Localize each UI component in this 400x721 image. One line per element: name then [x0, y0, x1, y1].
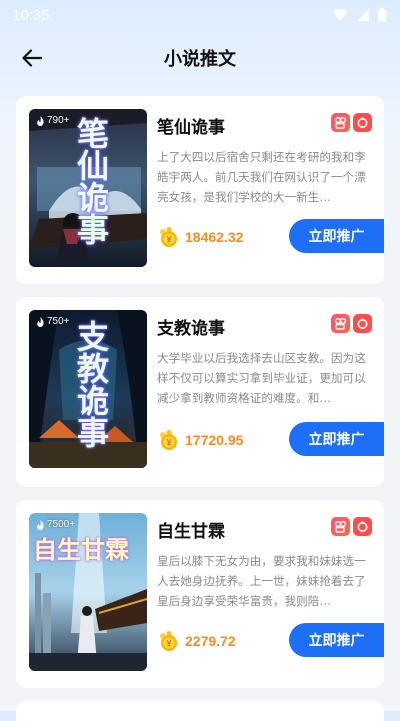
- platform-icons: [331, 517, 372, 536]
- book-title[interactable]: 支教诡事: [157, 314, 225, 339]
- coin-icon: ¥: [160, 227, 177, 247]
- promote-button[interactable]: 立即推广: [289, 623, 384, 657]
- coin-icon: ¥: [160, 631, 177, 651]
- cover-title: 笔仙诡事: [72, 117, 110, 245]
- status-time: 10:35: [12, 6, 50, 24]
- cover-views-count: 7500+: [47, 519, 76, 530]
- book-description: 大学毕业以后我选择去山区支教。因为这样不仅可以算实习拿到毕业证，更加可以减少拿到…: [157, 351, 366, 405]
- cover-title: 支教诡事: [72, 320, 110, 448]
- fire-icon: [37, 115, 44, 126]
- douyin-icon: [353, 113, 372, 132]
- book-description: 上了大四以后宿舍只剩还在考研的我和李皓宇两人。前几天我们在网认识了一个漂亮女孩，…: [157, 150, 366, 204]
- earnings: ¥ 17720.95: [157, 429, 243, 451]
- platform-icons: [331, 314, 372, 333]
- wifi-icon: [332, 8, 348, 21]
- page-title: 小说推文: [164, 49, 236, 70]
- earnings-value: 17720.95: [185, 432, 244, 448]
- book-description: 皇后以膝下无女为由，要求我和妹妹选一人去她身边抚养。上一世，妹妹抢着去了皇后身边…: [157, 554, 366, 608]
- cover-views-count: 750+: [47, 316, 70, 327]
- cover-views-count: 790+: [47, 115, 70, 126]
- kuaishou-icon: [331, 113, 350, 132]
- fire-icon: [37, 316, 44, 327]
- book-cover[interactable]: 750+ 支教诡事: [29, 310, 147, 468]
- book-cover[interactable]: 790+ 笔仙诡事: [29, 109, 147, 267]
- cover-views: 7500+: [36, 519, 75, 530]
- cover-views: 750+: [36, 316, 70, 327]
- battery-icon: [378, 8, 386, 22]
- earnings: ¥ 18462.32: [157, 226, 243, 248]
- earnings: ¥ 2279.72: [157, 630, 236, 652]
- book-card[interactable]: 790+ 笔仙诡事 笔仙诡事 上了大四以后宿舍只剩还在考研的我和李皓宇两人。前几…: [16, 96, 384, 284]
- coin-icon: ¥: [160, 430, 177, 450]
- cover-views: 790+: [36, 115, 70, 126]
- svg-text:¥: ¥: [166, 438, 171, 448]
- douyin-icon: [353, 517, 372, 536]
- promote-button[interactable]: 立即推广: [289, 422, 384, 456]
- back-button[interactable]: [16, 42, 48, 74]
- svg-text:¥: ¥: [166, 235, 171, 245]
- svg-text:¥: ¥: [166, 639, 171, 649]
- kuaishou-icon: [331, 517, 350, 536]
- kuaishou-icon: [331, 314, 350, 333]
- book-card-partial: [16, 701, 384, 721]
- earnings-value: 18462.32: [185, 229, 244, 245]
- book-cover[interactable]: 7500+ 自生甘霖: [29, 513, 147, 671]
- header: 小说推文: [0, 36, 400, 80]
- book-title[interactable]: 笔仙诡事: [157, 113, 225, 138]
- platform-icons: [331, 113, 372, 132]
- earnings-value: 2279.72: [185, 633, 236, 649]
- status-icons: [332, 8, 386, 22]
- signal-icon: [357, 9, 369, 21]
- book-title[interactable]: 自生甘霖: [157, 517, 225, 542]
- promote-button[interactable]: 立即推广: [289, 219, 384, 253]
- cover-title: 自生甘霖: [33, 535, 129, 564]
- fire-icon: [37, 519, 44, 530]
- back-arrow-icon: [22, 49, 42, 67]
- book-card[interactable]: 7500+ 自生甘霖 自生甘霖 皇后以膝下无女为由，要求我和妹妹选一人去她身边抚…: [16, 500, 384, 688]
- book-card[interactable]: 750+ 支教诡事 支教诡事 大学毕业以后我选择去山区支教。因为这样不仅可以算实…: [16, 297, 384, 487]
- status-bar: 10:35: [0, 0, 400, 30]
- book-list: 790+ 笔仙诡事 笔仙诡事 上了大四以后宿舍只剩还在考研的我和李皓宇两人。前几…: [16, 96, 384, 701]
- douyin-icon: [353, 314, 372, 333]
